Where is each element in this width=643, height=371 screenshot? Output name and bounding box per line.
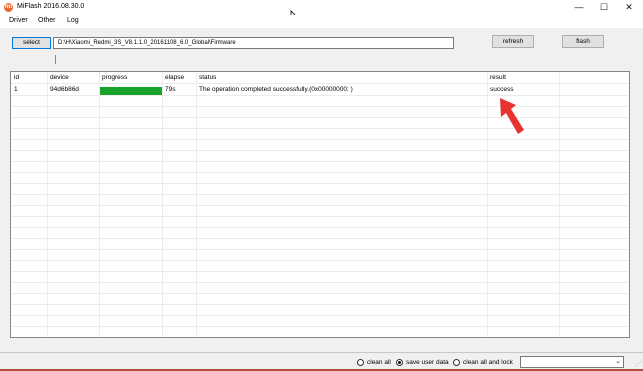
window-title: MiFlash 2016.08.30.0 [17,3,85,10]
row-elapse-cell: 79s [165,86,176,93]
column-header-status[interactable]: status [199,74,216,81]
row-device-cell: 94d6b86d [50,86,79,93]
row-status-cell: The operation completed successfully.(0x… [199,86,353,93]
menu-bar: Driver Other Log [0,15,643,28]
maximize-button[interactable]: ☐ [590,0,618,15]
column-header-result[interactable]: result [490,74,506,81]
menu-other[interactable]: Other [38,17,56,24]
title-bar: mi MiFlash 2016.08.30.0 — ☐ ✕ [0,0,643,15]
row-progress-bar [100,87,162,95]
clean-all-and-lock-radio[interactable] [453,359,460,366]
select-button[interactable]: select [12,37,51,49]
progress-fill [100,87,162,95]
column-header-id[interactable]: id [14,74,19,81]
red-arrow-icon [500,98,524,134]
mi-logo-icon: mi [4,3,13,12]
menu-driver[interactable]: Driver [9,17,28,24]
device-table[interactable]: id device progress elapse status result … [10,71,630,338]
firmware-path-input[interactable]: D:\H\Xiaomi_Redmi_3S_V8.1.1.0_20161108_6… [53,37,454,49]
row-result-cell: success [490,86,514,93]
column-header-device[interactable]: device [50,74,69,81]
clean-all-and-lock-label: clean all and lock [463,359,513,366]
flash-button[interactable]: flash [562,35,604,48]
column-header-progress[interactable]: progress [102,74,127,81]
clean-all-label: clean all [367,359,391,366]
save-user-data-label: save user data [406,359,449,366]
refresh-button[interactable]: refresh [492,35,534,48]
resize-grip-icon[interactable]: ⋰ [635,360,642,368]
clean-all-radio[interactable] [357,359,364,366]
minimize-button[interactable]: — [565,0,593,15]
column-header-elapse[interactable]: elapse [165,74,184,81]
close-button[interactable]: ✕ [615,0,643,15]
flash-script-dropdown[interactable]: ⌄ [520,356,624,368]
chevron-down-icon[interactable]: ⌄ [615,357,621,365]
text-caret [55,55,56,64]
row-id-cell: 1 [14,86,18,93]
menu-log[interactable]: Log [67,17,79,24]
bottom-separator [0,352,643,353]
save-user-data-radio[interactable] [396,359,403,366]
